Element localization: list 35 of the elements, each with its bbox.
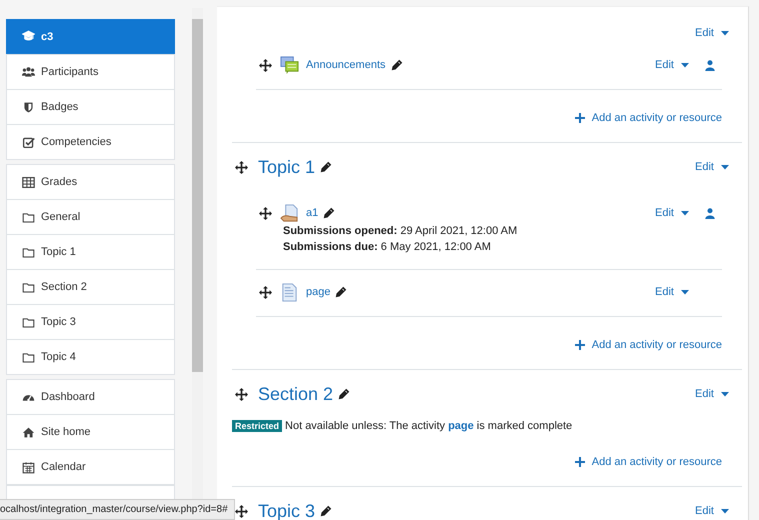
- link-url-tooltip: ocalhost/integration_master/course/view.php?id=8#: [0, 499, 235, 520]
- activity-link[interactable]: page: [448, 420, 474, 432]
- edit-menu-button[interactable]: Edit: [655, 207, 689, 219]
- date-text: Submissions opened: 29 April 2021, 12:00 AM: [283, 224, 518, 239]
- edit-menu-button[interactable]: Edit: [655, 59, 689, 71]
- sidebar-item[interactable]: c3: [6, 19, 175, 55]
- activity-link[interactable]: Announcements: [306, 59, 386, 71]
- activity-link[interactable]: page: [306, 286, 330, 298]
- sidebar-item[interactable]: Grades: [7, 165, 174, 200]
- section-title-link[interactable]: Section 2: [258, 384, 334, 404]
- sidebar-item[interactable]: Badges: [7, 90, 174, 125]
- sidebar-item[interactable]: Section 2: [7, 270, 174, 305]
- sidebar-item[interactable]: Topic 3: [7, 305, 174, 340]
- sidebar-item[interactable]: Competencies: [7, 125, 174, 159]
- sidebar-item[interactable]: Participants: [7, 55, 174, 90]
- add-activity-link[interactable]: Add an activity or resource: [574, 335, 722, 355]
- sidebar-item[interactable]: Calendar: [7, 450, 174, 485]
- date-text: Submissions due: 6 May 2021, 12:00 AM: [283, 240, 492, 255]
- activity-link[interactable]: a1: [306, 207, 318, 219]
- sidebar-item[interactable]: Topic 4: [7, 340, 174, 374]
- sidebar-item[interactable]: Topic 1: [7, 235, 174, 270]
- edit-menu-button[interactable]: Edit: [695, 27, 729, 39]
- sidebar-item[interactable]: General: [7, 200, 174, 235]
- section-title-link[interactable]: Topic 1: [258, 156, 316, 178]
- availability-text: Not available unless: The activity page is marked complete: [285, 419, 572, 434]
- edit-menu-button[interactable]: Edit: [695, 388, 729, 400]
- sidebar-item[interactable]: Site home: [7, 415, 174, 450]
- add-activity-link[interactable]: Add an activity or resource: [574, 452, 722, 472]
- restricted-badge: Restricted: [232, 420, 282, 432]
- section-title-link[interactable]: Topic 3: [258, 500, 316, 520]
- add-activity-link[interactable]: Add an activity or resource: [574, 108, 722, 128]
- sidebar-item[interactable]: Dashboard: [7, 380, 174, 415]
- edit-menu-button[interactable]: Edit: [655, 286, 689, 298]
- edit-menu-button[interactable]: Edit: [695, 505, 729, 517]
- edit-menu-button[interactable]: Edit: [695, 161, 729, 173]
